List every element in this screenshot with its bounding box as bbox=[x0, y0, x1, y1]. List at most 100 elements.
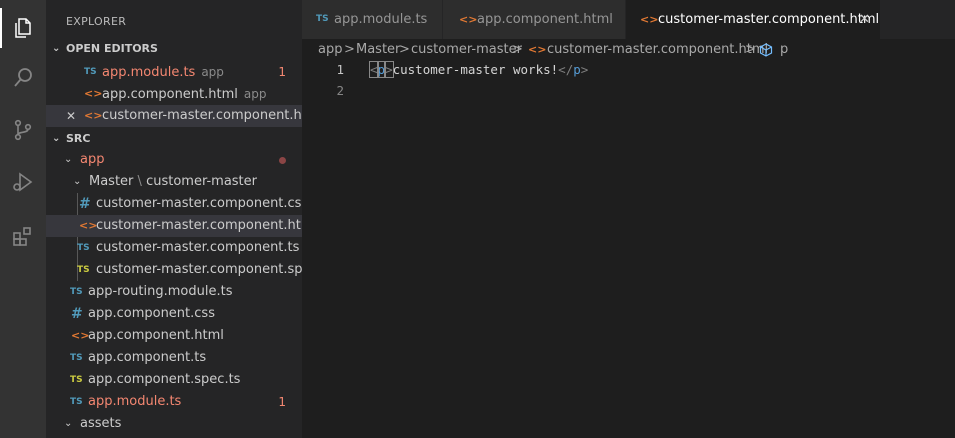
typescript-file-icon: TS bbox=[70, 287, 83, 297]
html-tag: p bbox=[376, 61, 387, 78]
close-icon[interactable]: ✕ bbox=[859, 0, 870, 39]
explorer-icon[interactable] bbox=[0, 8, 46, 48]
file-name: customer-master.component.spec... bbox=[96, 262, 302, 277]
file-name: app.module.ts bbox=[88, 394, 182, 409]
line-number: 2 bbox=[336, 83, 344, 98]
file-item[interactable]: TS app.component.ts bbox=[46, 347, 302, 369]
html-file-icon: <> bbox=[79, 219, 98, 232]
close-icon[interactable]: ✕ bbox=[66, 105, 76, 127]
extensions-icon[interactable] bbox=[0, 216, 46, 256]
breadcrumb-item[interactable]: Master bbox=[356, 39, 400, 61]
html-tag: p bbox=[573, 62, 581, 77]
open-editor-name: app.module.ts bbox=[102, 65, 196, 80]
html-file-icon: <> bbox=[528, 43, 547, 56]
open-editor-item-active[interactable]: ✕ <> customer-master.component.ht... bbox=[46, 105, 302, 127]
bracket: > bbox=[580, 62, 589, 77]
bracket-match: > bbox=[384, 61, 394, 78]
folder-master[interactable]: ⌄ Master \ customer-master bbox=[46, 171, 302, 193]
file-item[interactable]: TS app.module.ts 1 bbox=[46, 391, 302, 413]
chevron-down-icon: ⌄ bbox=[52, 43, 61, 54]
file-name: app-routing.module.ts bbox=[88, 284, 233, 299]
tab-app-module[interactable]: TS app.module.ts bbox=[302, 0, 442, 39]
file-name: app.component.html bbox=[88, 328, 224, 343]
html-file-icon: <> bbox=[84, 87, 103, 100]
open-editor-hint: app bbox=[243, 87, 267, 101]
file-name: customer-master.component.html bbox=[96, 218, 302, 233]
typescript-file-icon: TS bbox=[77, 243, 90, 253]
file-name: customer-master.component.css bbox=[96, 196, 302, 211]
typescript-file-icon: TS bbox=[70, 353, 83, 363]
line-number: 1 bbox=[336, 62, 344, 77]
html-file-icon: <> bbox=[71, 329, 90, 342]
sidebar-title: EXPLORER bbox=[66, 15, 127, 28]
file-item[interactable]: # app.component.css bbox=[46, 303, 302, 325]
file-item[interactable]: TS app-routing.module.ts bbox=[46, 281, 302, 303]
bracket: </ bbox=[558, 62, 574, 77]
folder-name: app bbox=[80, 152, 105, 167]
file-item[interactable]: TS app.component.spec.ts bbox=[46, 369, 302, 391]
css-file-icon: # bbox=[79, 196, 91, 212]
file-name: app.component.ts bbox=[88, 350, 207, 365]
open-editor-item[interactable]: TS app.module.ts app 1 bbox=[46, 61, 302, 83]
tab-app-component-html[interactable]: <> app.component.html bbox=[443, 0, 625, 39]
chevron-right-icon: > bbox=[344, 42, 355, 57]
chevron-down-icon: ⌄ bbox=[64, 418, 73, 429]
open-editor-name: customer-master.component.ht... bbox=[102, 108, 302, 123]
bracket-match: < bbox=[369, 61, 379, 78]
breadcrumb-item[interactable]: app bbox=[318, 39, 342, 61]
open-editor-name: app.component.html bbox=[102, 87, 238, 102]
code-line[interactable]: <p>customer-master works!</p> bbox=[369, 61, 589, 78]
code-editor[interactable]: 1 2 <p>customer-master works!</p> bbox=[302, 61, 955, 438]
file-item[interactable]: <> app.component.html bbox=[46, 325, 302, 347]
code-text: customer-master works! bbox=[392, 62, 559, 77]
chevron-down-icon: ⌄ bbox=[73, 176, 82, 187]
activity-bar bbox=[0, 0, 46, 438]
spec-file-icon: TS bbox=[70, 375, 83, 385]
html-file-icon: <> bbox=[459, 13, 478, 26]
html-file-icon: <> bbox=[640, 13, 659, 26]
editor-tabs: TS app.module.ts <> app.component.html <… bbox=[302, 0, 955, 39]
breadcrumb-item[interactable]: customer-master bbox=[411, 39, 522, 61]
chevron-down-icon: ⌄ bbox=[64, 154, 73, 165]
html-file-icon: <> bbox=[84, 109, 103, 122]
folder-assets[interactable]: ⌄ assets bbox=[46, 413, 302, 435]
chevron-right-icon: > bbox=[399, 42, 410, 57]
file-name: customer-master.component.ts bbox=[96, 240, 300, 255]
folder-name: assets bbox=[80, 416, 122, 431]
folder-name: Master bbox=[89, 174, 134, 189]
breadcrumb-item[interactable]: customer-master.component.html bbox=[547, 39, 768, 61]
tab-label: app.module.ts bbox=[334, 12, 428, 27]
breadcrumb: app > Master > customer-master > <> cust… bbox=[302, 39, 955, 61]
problem-count-badge: 1 bbox=[278, 65, 286, 79]
typescript-file-icon: TS bbox=[84, 67, 97, 77]
tab-label: customer-master.component.html bbox=[658, 12, 880, 27]
file-name: app.component.spec.ts bbox=[88, 372, 241, 387]
modified-dot-icon bbox=[279, 157, 286, 164]
open-editors-header[interactable]: ⌄ OPEN EDITORS bbox=[46, 38, 302, 60]
source-control-icon[interactable] bbox=[0, 110, 46, 150]
file-item[interactable]: TS customer-master.component.ts bbox=[46, 237, 302, 259]
typescript-file-icon: TS bbox=[70, 397, 83, 407]
search-icon[interactable] bbox=[0, 58, 46, 98]
spec-file-icon: TS bbox=[77, 265, 90, 275]
run-debug-icon[interactable] bbox=[0, 162, 46, 202]
open-editor-item[interactable]: <> app.component.html app bbox=[46, 83, 302, 105]
breadcrumb-item[interactable]: p bbox=[780, 39, 788, 61]
css-file-icon: # bbox=[71, 306, 83, 322]
tab-label: app.component.html bbox=[477, 12, 613, 27]
tab-customer-master-html[interactable]: <> customer-master.component.html ✕ bbox=[626, 0, 880, 39]
file-item[interactable]: TS customer-master.component.spec... bbox=[46, 259, 302, 281]
problem-count-badge: 1 bbox=[278, 395, 286, 409]
open-editors-label: OPEN EDITORS bbox=[66, 42, 158, 55]
file-item-selected[interactable]: <> customer-master.component.html bbox=[46, 215, 302, 237]
open-editor-hint: app bbox=[201, 65, 224, 79]
src-header[interactable]: ⌄ SRC bbox=[46, 128, 302, 150]
folder-separator: \ bbox=[137, 174, 142, 189]
src-label: SRC bbox=[66, 132, 91, 145]
explorer-sidebar: EXPLORER ⌄ OPEN EDITORS TS app.module.ts… bbox=[46, 0, 302, 438]
file-item[interactable]: # customer-master.component.css bbox=[46, 193, 302, 215]
typescript-file-icon: TS bbox=[316, 14, 329, 24]
chevron-right-icon: > bbox=[512, 42, 523, 57]
chevron-down-icon: ⌄ bbox=[52, 133, 61, 144]
folder-app[interactable]: ⌄ app bbox=[46, 149, 302, 171]
